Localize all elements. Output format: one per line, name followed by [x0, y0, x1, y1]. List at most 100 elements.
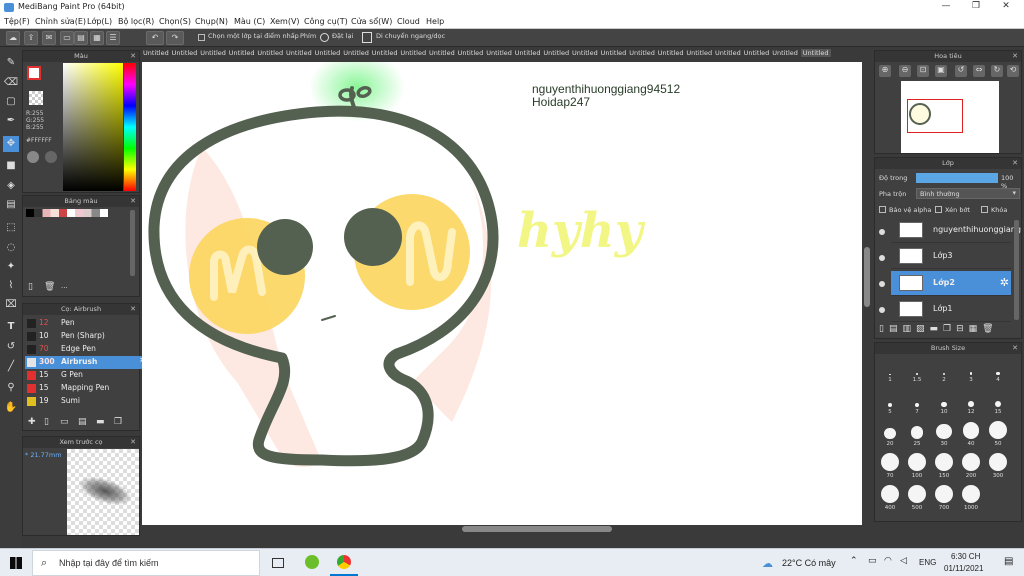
brush-tool-icon[interactable]: ✎: [3, 55, 19, 71]
chrome-taskbar-icon[interactable]: [337, 555, 351, 569]
visibility-eye-icon[interactable]: [879, 307, 885, 313]
brush-new-icon[interactable]: ▯: [44, 417, 49, 427]
brush-size-option[interactable]: 100: [904, 452, 930, 479]
select-rect-icon[interactable]: ⬚: [3, 220, 19, 236]
document-tab[interactable]: Untitled: [601, 49, 627, 57]
brush-size-option[interactable]: 700: [931, 484, 957, 511]
layer-merge-icon[interactable]: ⊟: [956, 324, 969, 334]
document-tab[interactable]: Untitled: [800, 49, 831, 57]
hand-tool-icon[interactable]: ✋: [3, 400, 19, 416]
brush-size-option[interactable]: 500: [904, 484, 930, 511]
gradient-tool-icon[interactable]: ▤: [3, 197, 19, 213]
canvas-horizontal-scrollbar[interactable]: [142, 525, 862, 533]
export-icon[interactable]: ⇪: [24, 31, 38, 45]
document-tab[interactable]: Untitled: [257, 49, 283, 57]
zoom-out-icon[interactable]: ⊖: [899, 65, 911, 77]
move-tool-icon[interactable]: ✥: [3, 136, 19, 152]
fill-tool-icon[interactable]: ◈: [3, 178, 19, 194]
document-tab[interactable]: Untitled: [229, 49, 255, 57]
palette-close-icon[interactable]: ✕: [130, 196, 136, 207]
layer-row-selected[interactable]: Lớp2 ✲: [891, 271, 1011, 296]
layer-scrollbar[interactable]: [1014, 220, 1019, 320]
menu-view[interactable]: Xem(V): [270, 17, 300, 26]
brush-size-option[interactable]: 7: [904, 389, 930, 415]
brush-size-option[interactable]: 1.5: [904, 357, 930, 383]
saturation-value-square[interactable]: [63, 63, 123, 191]
text-tool-icon[interactable]: T: [3, 319, 19, 335]
tray-chevron-icon[interactable]: ⌃: [850, 556, 858, 566]
brush-size-option[interactable]: 70: [877, 452, 903, 479]
rotate-left-icon[interactable]: ↺: [955, 65, 967, 77]
weather-text[interactable]: 22°C Có mây: [782, 558, 836, 568]
medibang-taskbar-icon[interactable]: [305, 555, 319, 569]
canvas-vertical-scrollbar[interactable]: [862, 62, 872, 525]
layer-clip-icon[interactable]: ▦: [969, 324, 983, 334]
brush-size-option[interactable]: 300: [985, 452, 1011, 479]
brush-item[interactable]: 12 Pen: [25, 317, 149, 330]
brush-more-icon[interactable]: ❐: [114, 417, 122, 427]
layer-settings-icon[interactable]: ✲: [1000, 276, 1009, 289]
navigator-thumbnail[interactable]: [901, 81, 999, 153]
flip-icon[interactable]: [362, 32, 372, 43]
pen-tool-icon[interactable]: ✒: [3, 113, 19, 129]
navigator-close-icon[interactable]: ✕: [1012, 51, 1018, 62]
page-icon[interactable]: ▭: [60, 31, 74, 45]
clock-date[interactable]: 01/11/2021: [944, 564, 983, 573]
brush-size-option[interactable]: 20: [877, 421, 903, 447]
document-tab[interactable]: Untitled: [715, 49, 741, 57]
document-tab[interactable]: Untitled: [744, 49, 770, 57]
vertical-scroll-thumb[interactable]: [864, 247, 870, 307]
document-tab[interactable]: Untitled: [372, 49, 398, 57]
layer-row[interactable]: Lớp1: [891, 297, 1011, 322]
new-8bit-layer-icon[interactable]: ▥: [902, 324, 916, 334]
document-tab[interactable]: Untitled: [343, 49, 369, 57]
maximize-button[interactable]: ❐: [962, 1, 990, 11]
brush-item[interactable]: 10 Pen (Sharp): [25, 330, 149, 343]
palette-more[interactable]: ···: [61, 284, 68, 292]
brush-delete-icon[interactable]: ▤: [78, 417, 87, 427]
secondary-color-swatch[interactable]: [29, 91, 43, 105]
document-tab[interactable]: Untitled: [172, 49, 198, 57]
brush-add-icon[interactable]: ✚: [28, 417, 36, 427]
comment-icon[interactable]: ✉: [42, 31, 56, 45]
menu-select[interactable]: Chọn(S): [159, 17, 191, 26]
brush-size-option[interactable]: 1000: [958, 484, 984, 511]
flip-horizontal-icon[interactable]: ⇔: [973, 65, 985, 77]
select-layer-checkbox[interactable]: [198, 34, 205, 41]
volume-icon[interactable]: ◁: [900, 556, 907, 566]
reset-icon[interactable]: [320, 33, 329, 42]
document-tab[interactable]: Untitled: [572, 49, 598, 57]
layer-duplicate-icon[interactable]: ❐: [943, 324, 956, 334]
brush-item-selected[interactable]: 300Airbrush✲: [25, 356, 149, 369]
eyedropper-icon[interactable]: ⚲: [3, 380, 19, 396]
eraser-tool-icon[interactable]: ⌫: [3, 75, 19, 91]
dot-tool-icon[interactable]: ▢: [3, 94, 19, 110]
brush-size-option[interactable]: 50: [985, 420, 1011, 447]
protect-alpha-checkbox[interactable]: [879, 206, 886, 213]
palette-scrollbar[interactable]: [130, 210, 135, 276]
task-view-icon[interactable]: [272, 558, 284, 568]
document-tab[interactable]: Untitled: [543, 49, 569, 57]
palette-delete-icon[interactable]: 🗑: [44, 282, 55, 292]
zoom-fit-icon[interactable]: ⊡: [917, 65, 929, 77]
brush-size-option[interactable]: 40: [958, 421, 984, 447]
visibility-eye-icon[interactable]: [879, 281, 885, 287]
menu-window[interactable]: Cửa sổ(W): [351, 17, 392, 26]
menu-color[interactable]: Màu (C): [234, 17, 265, 26]
layer-row[interactable]: nguyenthihuonggiang: [891, 218, 1021, 243]
brush-item[interactable]: 70 Edge Pen: [25, 343, 149, 356]
brush-size-option[interactable]: 25: [904, 421, 930, 447]
brush-item[interactable]: 15 G Pen: [25, 369, 149, 382]
select-eraser-icon[interactable]: ⌧: [3, 297, 19, 313]
brush-copy-icon[interactable]: ▭: [60, 417, 69, 427]
select-pen-icon[interactable]: ⌇: [3, 278, 19, 294]
drawing-canvas[interactable]: nguyenthihuonggiang94512 Hoidap247 hyhy: [142, 62, 862, 525]
lock-checkbox[interactable]: [981, 206, 988, 213]
document-tab[interactable]: Untitled: [429, 49, 455, 57]
cloud-icon[interactable]: ☁: [6, 31, 20, 45]
opacity-slider[interactable]: [916, 173, 998, 183]
brush-preview-close-icon[interactable]: ✕: [130, 437, 136, 448]
brush-size-option[interactable]: 10: [931, 389, 957, 415]
blend-mode-select[interactable]: Bình thường ▾: [916, 188, 1020, 199]
document-icon[interactable]: ▤: [74, 31, 88, 45]
